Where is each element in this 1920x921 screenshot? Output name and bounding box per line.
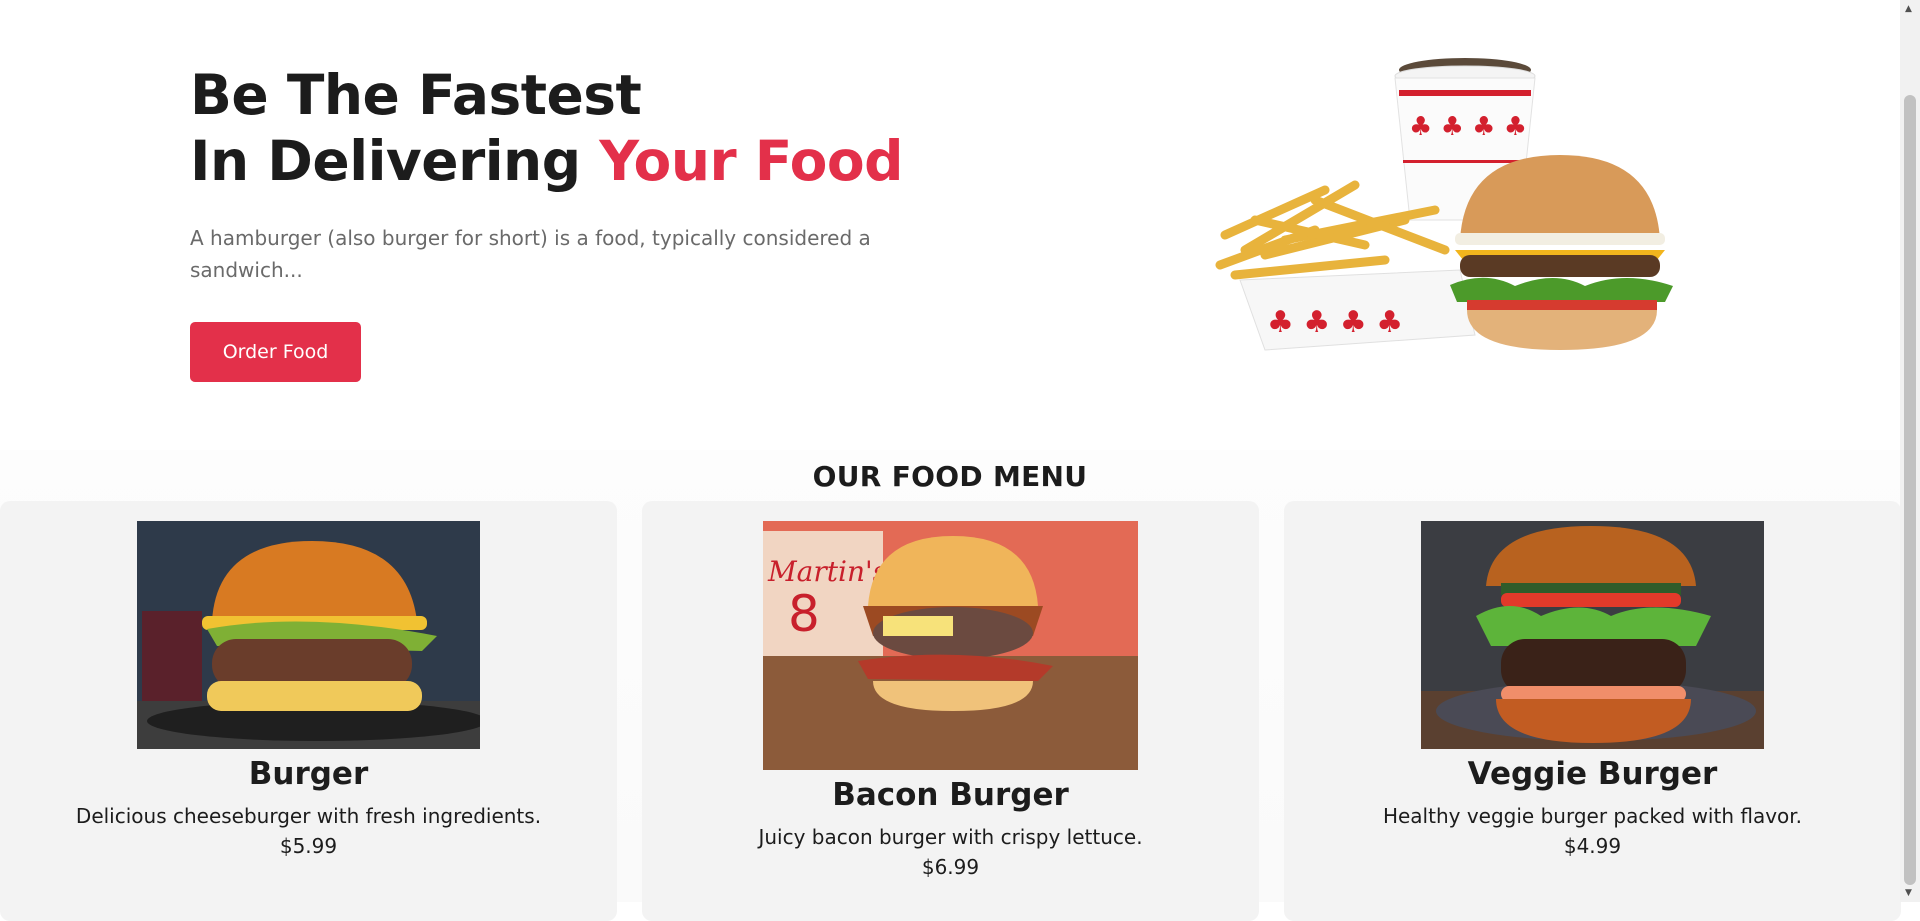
svg-text:♣ ♣ ♣ ♣: ♣ ♣ ♣ ♣: [1409, 112, 1527, 142]
hero-title-line1: Be The Fastest: [190, 63, 642, 127]
svg-text:♣ ♣ ♣ ♣: ♣ ♣ ♣ ♣: [1267, 305, 1403, 340]
card-title: Burger: [248, 756, 369, 792]
triangle-up-icon[interactable]: ▲: [1905, 4, 1912, 14]
food-menu-section: OUR FOOD MENU Burger Delicious cheesebur…: [0, 450, 1901, 921]
scrollbar-thumb[interactable]: [1904, 95, 1916, 885]
hero-title-line2: In Delivering: [190, 129, 581, 193]
card-description: Delicious cheeseburger with fresh ingred…: [75, 804, 542, 828]
svg-text:Martin's: Martin's: [767, 555, 887, 588]
svg-text:8: 8: [788, 585, 820, 643]
card-title: Bacon Burger: [832, 777, 1069, 813]
menu-card-burger[interactable]: Burger Delicious cheeseburger with fresh…: [0, 501, 617, 921]
card-price: $6.99: [921, 855, 980, 879]
hero-burger-image: [1450, 155, 1673, 350]
veggie-burger-image: [1421, 521, 1764, 749]
hero-title: Be The Fastest In Delivering Your Food: [190, 62, 904, 194]
triangle-down-icon[interactable]: ▼: [1905, 888, 1912, 898]
card-description: Healthy veggie burger packed with flavor…: [1382, 804, 1803, 828]
burger-image: [137, 521, 480, 749]
menu-card-bacon-burger[interactable]: Martin's 8 Bacon Burger Juicy bacon burg…: [642, 501, 1259, 921]
hero-description: A hamburger (also burger for short) is a…: [190, 226, 871, 282]
bacon-burger-image: Martin's 8: [763, 521, 1138, 770]
page-scrollbar[interactable]: ▲ ▼: [1900, 0, 1920, 902]
card-title: Veggie Burger: [1467, 756, 1718, 792]
hero-food-image: ♣ ♣ ♣ ♣ ♣ ♣ ♣ ♣: [1215, 58, 1673, 351]
hero-section: Be The Fastest In Delivering Your Food A…: [0, 0, 1900, 450]
card-price: $5.99: [279, 834, 338, 858]
menu-card-veggie-burger[interactable]: Veggie Burger Healthy veggie burger pack…: [1284, 501, 1901, 921]
menu-heading: OUR FOOD MENU: [812, 460, 1088, 493]
order-food-button[interactable]: Order Food: [190, 322, 361, 382]
card-price: $4.99: [1563, 834, 1622, 858]
hero-title-accent: Your Food: [599, 129, 904, 193]
card-description: Juicy bacon burger with crispy lettuce.: [758, 825, 1143, 849]
fries-image: ♣ ♣ ♣ ♣: [1215, 180, 1476, 351]
